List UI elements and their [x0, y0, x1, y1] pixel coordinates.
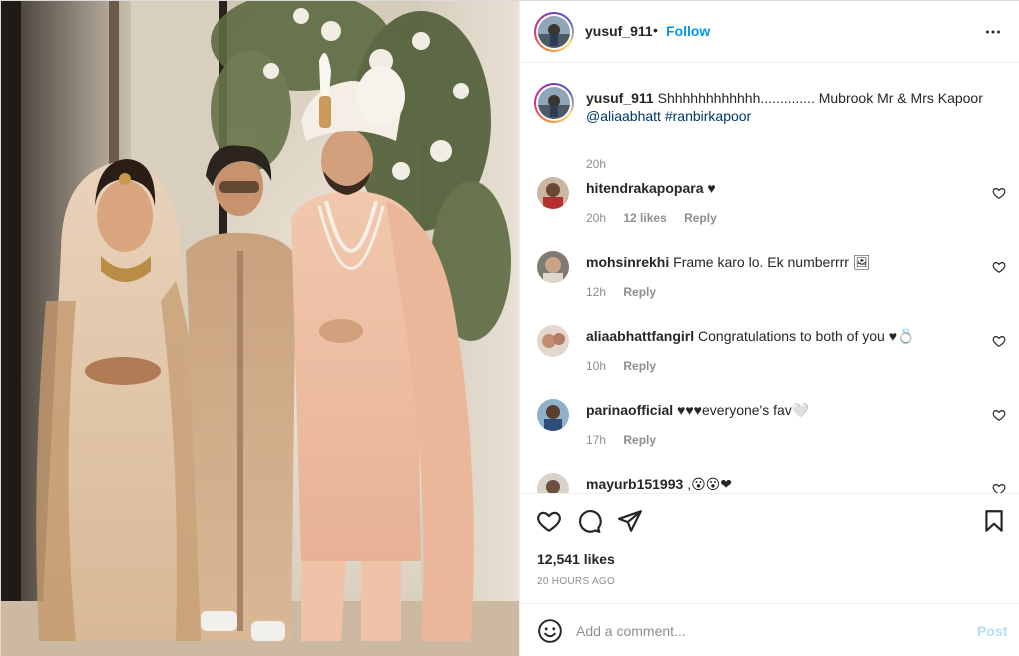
post-actions: 12,541 likes 20 HOURS AGO — [520, 493, 1019, 603]
caption-hashtag[interactable]: #ranbirkapoor — [665, 108, 751, 124]
comments-list[interactable]: yusuf_911 Shhhhhhhhhhhh.............. Mu… — [520, 63, 1019, 493]
share-paper-plane-icon[interactable] — [617, 508, 643, 534]
comment-body: Congratulations to both of you ♥💍 — [698, 328, 915, 344]
reply-button[interactable]: Reply — [684, 211, 717, 225]
avatar-image — [538, 87, 570, 119]
emoji-smiley-icon[interactable] — [537, 618, 563, 644]
caption-time[interactable]: 20h — [586, 157, 606, 171]
caption-mention[interactable]: @aliaabhatt — [586, 108, 661, 124]
comment-username[interactable]: mayurb151993 — [586, 476, 683, 492]
comment-item: hitendrakapopara ♥ 20h 12 likes Reply — [520, 177, 1019, 247]
caption-body: Shhhhhhhhhhhh.............. Mubrook Mr &… — [657, 90, 983, 106]
caption-avatar[interactable] — [534, 83, 574, 123]
comment-item: mayurb151993 ,😮😮❤ — [520, 473, 1019, 493]
post-comment-button[interactable]: Post — [977, 623, 1007, 639]
comment-text: parinaofficial ♥♥♥everyone's fav🤍 — [586, 401, 976, 419]
comment-text: mohsinrekhi Frame karo lo. Ek numberrrr … — [586, 253, 976, 271]
commenter-avatar[interactable] — [537, 325, 569, 357]
instagram-post-modal: yusuf_911 • Follow yusuf_911 Shhhhhhhhhh… — [0, 0, 1019, 656]
comment-username[interactable]: hitendrakapopara — [586, 180, 703, 196]
comment-likes[interactable]: 12 likes — [623, 211, 666, 225]
reply-button[interactable]: Reply — [623, 359, 656, 373]
comment-meta: 12h Reply — [586, 285, 670, 299]
comment-body: Frame karo lo. Ek numberrrr 🖼 — [673, 254, 871, 270]
post-header: yusuf_911 • Follow — [520, 1, 1019, 63]
caption-username[interactable]: yusuf_911 — [586, 90, 654, 106]
like-comment-heart-icon[interactable] — [992, 186, 1006, 200]
comment-body: ♥♥♥everyone's fav🤍 — [677, 402, 810, 418]
comment-item: parinaofficial ♥♥♥everyone's fav🤍 17h Re… — [520, 399, 1019, 469]
commenter-avatar[interactable] — [537, 399, 569, 431]
post-timestamp[interactable]: 20 HOURS AGO — [537, 576, 615, 587]
caption-text: yusuf_911 Shhhhhhhhhhhh.............. Mu… — [586, 89, 996, 125]
reply-button[interactable]: Reply — [623, 285, 656, 299]
comment-item: aliaabhattfangirl Congratulations to bot… — [520, 325, 1019, 395]
follow-button[interactable]: Follow — [666, 23, 710, 39]
save-bookmark-icon[interactable] — [981, 508, 1007, 534]
commenter-avatar[interactable] — [537, 177, 569, 209]
header-separator: • — [653, 22, 658, 38]
avatar-image — [538, 16, 570, 48]
comment-item: mohsinrekhi Frame karo lo. Ek numberrrr … — [520, 251, 1019, 321]
more-options-icon[interactable] — [982, 21, 1004, 43]
comment-text: mayurb151993 ,😮😮❤ — [586, 475, 976, 493]
like-heart-icon[interactable] — [536, 508, 562, 534]
reply-button[interactable]: Reply — [623, 433, 656, 447]
post-side-panel: yusuf_911 • Follow yusuf_911 Shhhhhhhhhh… — [519, 1, 1019, 656]
commenter-avatar[interactable] — [537, 473, 569, 493]
comment-meta: 10h Reply — [586, 359, 670, 373]
comment-text: aliaabhattfangirl Congratulations to bot… — [586, 327, 976, 345]
comment-bubble-icon[interactable] — [576, 508, 602, 534]
comment-time[interactable]: 17h — [586, 433, 606, 447]
like-comment-heart-icon[interactable] — [992, 334, 1006, 348]
comment-body: ,😮😮❤ — [687, 476, 732, 492]
add-comment-bar: Post — [520, 603, 1019, 656]
like-comment-heart-icon[interactable] — [992, 260, 1006, 274]
comment-body: ♥ — [707, 180, 716, 196]
wedding-photo-illustration — [1, 1, 519, 656]
likes-count[interactable]: 12,541 likes — [537, 551, 615, 567]
comment-meta: 17h Reply — [586, 433, 670, 447]
comment-username[interactable]: parinaofficial — [586, 402, 673, 418]
like-comment-heart-icon[interactable] — [992, 408, 1006, 422]
comment-input[interactable] — [576, 618, 956, 644]
comment-time[interactable]: 10h — [586, 359, 606, 373]
comment-time[interactable]: 12h — [586, 285, 606, 299]
comment-username[interactable]: mohsinrekhi — [586, 254, 669, 270]
comment-time[interactable]: 20h — [586, 211, 606, 225]
commenter-avatar[interactable] — [537, 251, 569, 283]
post-photo — [1, 1, 519, 656]
like-comment-heart-icon[interactable] — [992, 482, 1006, 493]
comment-meta: 20h 12 likes Reply — [586, 211, 731, 225]
comment-text: hitendrakapopara ♥ — [586, 179, 976, 197]
comment-username[interactable]: aliaabhattfangirl — [586, 328, 694, 344]
author-username[interactable]: yusuf_911 — [585, 23, 653, 39]
author-avatar[interactable] — [534, 12, 574, 52]
